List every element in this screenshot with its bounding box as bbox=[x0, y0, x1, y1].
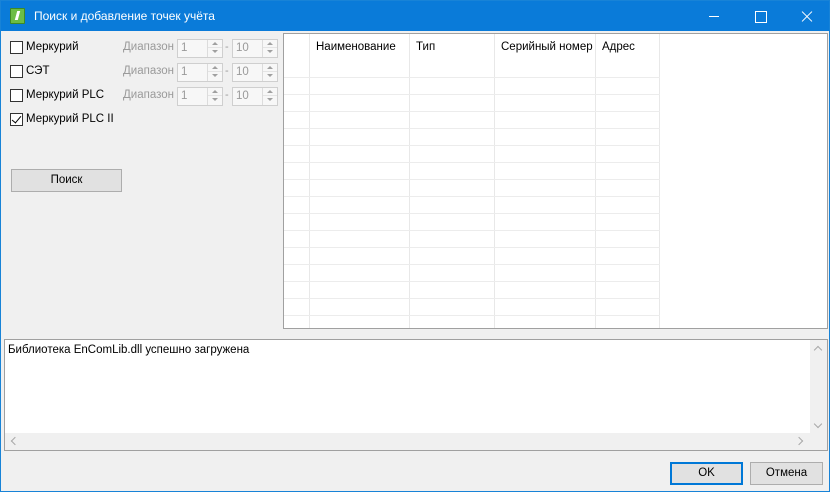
set-range-from-value[interactable]: 1 bbox=[181, 66, 187, 78]
device-row-mercury-plc-ii: Меркурий PLC II bbox=[10, 111, 280, 129]
mercury-plc-ii-label[interactable]: Меркурий PLC II bbox=[26, 113, 114, 125]
range-separator: - bbox=[225, 65, 229, 77]
mercury-plc-range-from-value[interactable]: 1 bbox=[181, 90, 187, 102]
set-range-label: Диапазон bbox=[123, 65, 174, 77]
range-separator: - bbox=[225, 89, 229, 101]
spin-up-icon[interactable] bbox=[263, 40, 277, 48]
app-icon bbox=[10, 8, 25, 24]
minimize-button[interactable] bbox=[691, 1, 737, 31]
log-horizontal-scrollbar[interactable] bbox=[5, 433, 810, 450]
mercury-range-to-spinner[interactable]: 10 bbox=[232, 39, 278, 58]
log-message: Библиотека EnComLib.dll успешно загружен… bbox=[8, 344, 250, 356]
spinner-buttons bbox=[207, 40, 222, 57]
spinner-buttons bbox=[262, 88, 277, 105]
log-vertical-scrollbar[interactable] bbox=[810, 340, 827, 435]
mercury-plc-range-label: Диапазон bbox=[123, 89, 174, 101]
column-header-serial[interactable]: Серийный номер bbox=[495, 34, 596, 61]
log-textbox[interactable]: Библиотека EnComLib.dll успешно загружен… bbox=[4, 339, 828, 451]
search-dialog-window: Поиск и добавление точек учёта Меркурий … bbox=[0, 0, 830, 492]
spin-up-icon[interactable] bbox=[263, 64, 277, 72]
search-button[interactable]: Поиск bbox=[11, 169, 122, 192]
spin-up-icon[interactable] bbox=[208, 40, 222, 48]
title-bar[interactable]: Поиск и добавление точек учёта bbox=[1, 1, 829, 31]
results-grid[interactable]: Наименование Тип Серийный номер Адрес bbox=[283, 33, 828, 329]
spinner-buttons bbox=[207, 88, 222, 105]
window-title: Поиск и добавление точек учёта bbox=[34, 9, 215, 23]
scroll-corner bbox=[810, 433, 827, 450]
mercury-plc-range-to-value[interactable]: 10 bbox=[236, 90, 249, 102]
device-row-set: СЭТ Диапазон 1 - 10 bbox=[10, 63, 280, 82]
mercury-plc-range-from-spinner[interactable]: 1 bbox=[177, 87, 223, 106]
scroll-left-icon[interactable] bbox=[5, 433, 22, 450]
set-range-to-value[interactable]: 10 bbox=[236, 66, 249, 78]
close-button[interactable] bbox=[783, 1, 829, 31]
device-row-mercury-plc: Меркурий PLC Диапазон 1 - 10 bbox=[10, 87, 280, 106]
grid-header: Наименование Тип Серийный номер Адрес bbox=[284, 34, 827, 61]
set-checkbox[interactable] bbox=[10, 65, 23, 78]
set-label[interactable]: СЭТ bbox=[26, 65, 49, 77]
scroll-right-icon[interactable] bbox=[793, 433, 810, 450]
column-header-address[interactable]: Адрес bbox=[596, 34, 660, 61]
mercury-plc-checkbox[interactable] bbox=[10, 89, 23, 102]
scroll-up-icon[interactable] bbox=[810, 340, 827, 357]
spin-down-icon[interactable] bbox=[208, 96, 222, 104]
set-range-from-spinner[interactable]: 1 bbox=[177, 63, 223, 82]
maximize-button[interactable] bbox=[737, 1, 783, 31]
set-range-to-spinner[interactable]: 10 bbox=[232, 63, 278, 82]
mercury-range-to-value[interactable]: 10 bbox=[236, 42, 249, 54]
spin-up-icon[interactable] bbox=[208, 64, 222, 72]
spin-up-icon[interactable] bbox=[208, 88, 222, 96]
mercury-plc-range-to-spinner[interactable]: 10 bbox=[232, 87, 278, 106]
spin-down-icon[interactable] bbox=[263, 72, 277, 80]
mercury-range-from-value[interactable]: 1 bbox=[181, 42, 187, 54]
mercury-plc-ii-checkbox[interactable] bbox=[10, 113, 23, 126]
range-separator: - bbox=[225, 41, 229, 53]
cancel-button[interactable]: Отмена bbox=[750, 462, 823, 485]
spin-down-icon[interactable] bbox=[263, 96, 277, 104]
mercury-checkbox[interactable] bbox=[10, 41, 23, 54]
spin-down-icon[interactable] bbox=[208, 72, 222, 80]
ok-button[interactable]: OK bbox=[670, 462, 743, 485]
spinner-buttons bbox=[262, 64, 277, 81]
column-header-name[interactable]: Наименование bbox=[310, 34, 410, 61]
mercury-plc-label[interactable]: Меркурий PLC bbox=[26, 89, 104, 101]
row-header-column[interactable] bbox=[284, 34, 310, 61]
mercury-range-from-spinner[interactable]: 1 bbox=[177, 39, 223, 58]
spin-up-icon[interactable] bbox=[263, 88, 277, 96]
mercury-label[interactable]: Меркурий bbox=[26, 41, 79, 53]
column-header-type[interactable]: Тип bbox=[410, 34, 495, 61]
mercury-range-label: Диапазон bbox=[123, 41, 174, 53]
grid-body[interactable] bbox=[284, 61, 660, 328]
spin-down-icon[interactable] bbox=[263, 48, 277, 56]
spinner-buttons bbox=[262, 40, 277, 57]
spinner-buttons bbox=[207, 64, 222, 81]
spin-down-icon[interactable] bbox=[208, 48, 222, 56]
device-row-mercury: Меркурий Диапазон 1 - 10 bbox=[10, 39, 280, 58]
